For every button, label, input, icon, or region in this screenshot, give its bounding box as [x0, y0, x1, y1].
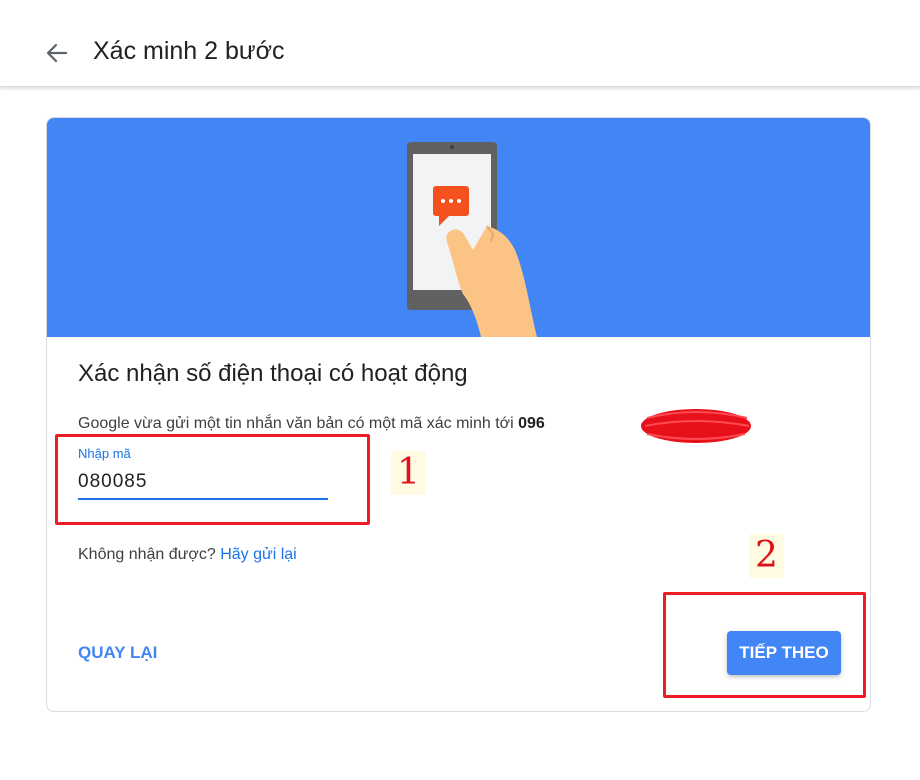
resend-line: Không nhận được? Hãy gửi lại [78, 546, 297, 564]
info-text: Google vừa gửi một tin nhắn văn bản có m… [78, 415, 545, 433]
back-button[interactable]: QUAY LẠI [78, 643, 157, 663]
resend-link[interactable]: Hãy gửi lại [220, 546, 297, 563]
info-message: Google vừa gửi một tin nhắn văn bản có m… [78, 415, 519, 432]
card-heading: Xác nhận số điện thoại có hoạt động [78, 360, 468, 387]
annotation-box-1 [55, 434, 370, 525]
top-bar: Xác minh 2 bước [0, 0, 920, 87]
illustration-banner [47, 118, 870, 337]
phone-number-prefix: 096 [518, 415, 545, 432]
annotation-box-2 [663, 592, 866, 698]
redaction-scribble [641, 409, 751, 443]
annotation-marker-2: 2 [749, 534, 784, 578]
phone-message-illustration [407, 142, 537, 337]
arrow-back-icon[interactable] [40, 36, 74, 70]
resend-prompt: Không nhận được? [78, 546, 221, 563]
page-title: Xác minh 2 bước [93, 37, 285, 65]
annotation-marker-1: 1 [391, 451, 426, 495]
